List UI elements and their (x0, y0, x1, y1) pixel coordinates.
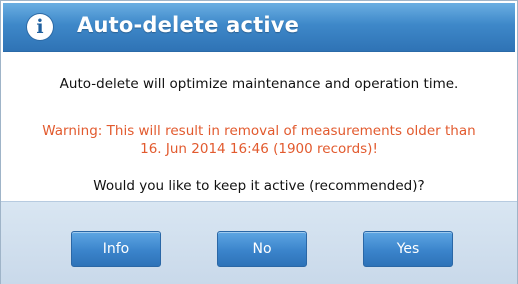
no-button[interactable]: No (217, 231, 307, 267)
info-icon: i (27, 14, 53, 40)
dialog-title: Auto-delete active (77, 13, 300, 37)
dialog-footer: Info No Yes (1, 201, 517, 284)
info-button[interactable]: Info (71, 231, 161, 267)
dialog-title-bar: i Auto-delete active (3, 3, 515, 52)
dialog-question: Would you like to keep it active (recomm… (93, 178, 425, 194)
info-icon-glyph: i (36, 16, 44, 38)
warning-text: Warning: This will result in removal of … (1, 122, 517, 158)
warning-line-1: Warning: This will result in removal of … (42, 123, 476, 139)
dialog-message: Auto-delete will optimize maintenance an… (59, 76, 459, 92)
yes-button[interactable]: Yes (363, 231, 453, 267)
warning-line-2: 16. Jun 2014 16:46 (1900 records)! (140, 141, 378, 157)
auto-delete-dialog: i Auto-delete active Auto-delete will op… (0, 0, 518, 284)
